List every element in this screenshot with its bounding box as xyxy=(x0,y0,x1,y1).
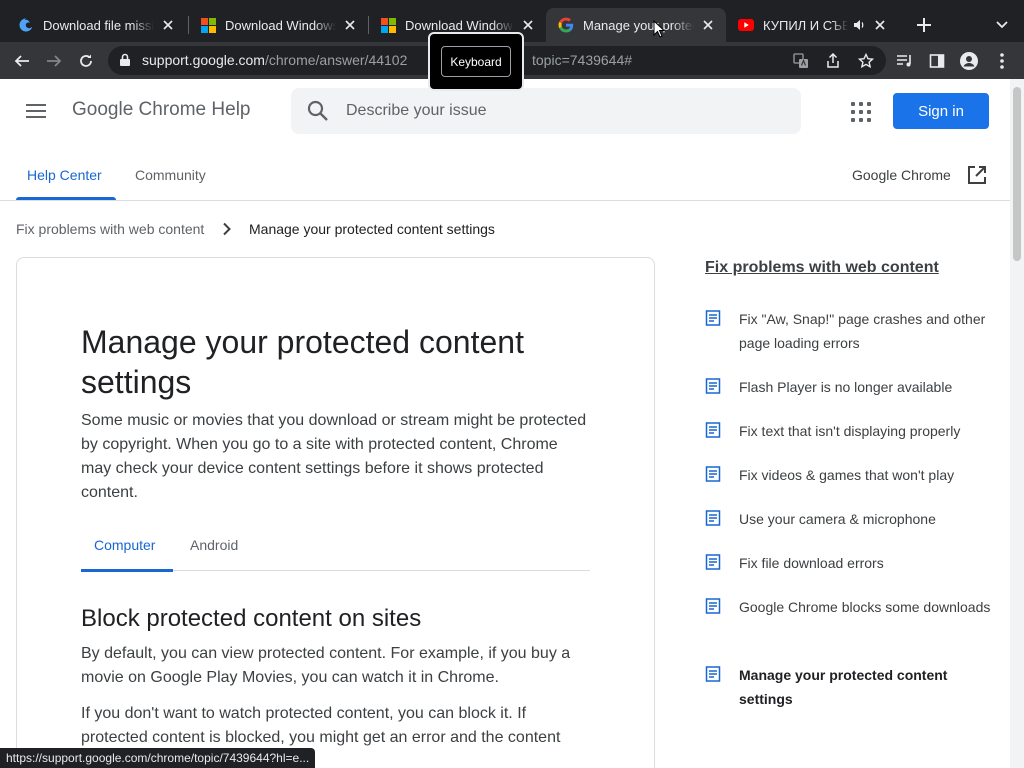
lock-icon[interactable] xyxy=(119,53,131,72)
back-arrow-icon[interactable] xyxy=(9,48,35,74)
tab-download-windows-1[interactable]: Download Windows xyxy=(188,8,368,42)
forward-arrow-icon[interactable] xyxy=(41,48,67,74)
breadcrumb-parent[interactable]: Fix problems with web content xyxy=(16,221,204,237)
url-host: support.google.com xyxy=(142,52,265,68)
youtube-icon xyxy=(738,17,754,33)
chevron-right-icon xyxy=(222,222,232,241)
document-icon xyxy=(705,422,721,443)
sidebar-item-label: Flash Player is no longer available xyxy=(739,379,953,395)
media-controls-icon[interactable] xyxy=(892,48,918,74)
keyboard-tooltip: Keyboard xyxy=(428,32,524,91)
google-chrome-link[interactable]: Google Chrome xyxy=(852,167,951,183)
tab-title: КУПИЛ И СЪЕЛ xyxy=(763,17,848,33)
search-box[interactable] xyxy=(291,88,801,134)
mouse-cursor-icon xyxy=(653,19,666,43)
tab-help-center[interactable]: Help Center xyxy=(27,167,102,183)
article-title: Manage your protected content settings xyxy=(81,324,524,400)
sign-in-button[interactable]: Sign in xyxy=(893,93,989,129)
active-content-tab-indicator xyxy=(81,569,173,572)
tab-title: Download Windows xyxy=(225,17,336,33)
tab-community[interactable]: Community xyxy=(135,167,206,183)
microsoft-icon xyxy=(200,17,216,33)
document-icon xyxy=(705,310,721,331)
microsoft-icon xyxy=(380,17,396,33)
sidebar-title[interactable]: Fix problems with web content xyxy=(705,259,939,277)
translate-icon[interactable] xyxy=(790,50,812,72)
header-divider xyxy=(0,200,1010,201)
close-icon[interactable] xyxy=(520,17,536,33)
tooltip-text: Keyboard xyxy=(441,46,511,77)
sidebar-item-label: Fix text that isn't displaying properly xyxy=(739,423,961,439)
close-icon[interactable] xyxy=(872,17,888,33)
document-icon xyxy=(705,510,721,531)
document-icon xyxy=(705,598,721,619)
open-in-new-icon[interactable] xyxy=(966,164,988,191)
reload-icon[interactable] xyxy=(73,48,99,74)
breadcrumb-current: Manage your protected content settings xyxy=(249,221,495,237)
section-paragraph-2: If you don't want to watch protected con… xyxy=(81,705,561,746)
menu-kebab-icon[interactable] xyxy=(989,48,1015,74)
close-icon[interactable] xyxy=(700,17,716,33)
bookmark-star-icon[interactable] xyxy=(855,50,877,72)
tab-manage-protected[interactable]: Manage your protected xyxy=(546,8,726,42)
page-scrollbar[interactable] xyxy=(1010,79,1024,768)
speaker-icon[interactable] xyxy=(852,18,866,32)
side-panel-icon[interactable] xyxy=(924,48,950,74)
document-icon xyxy=(705,666,721,687)
search-icon xyxy=(307,100,329,127)
new-tab-button[interactable] xyxy=(912,13,936,37)
profile-avatar-icon[interactable] xyxy=(956,48,982,74)
sidebar-item-label: Fix videos & games that won't play xyxy=(739,467,955,483)
article-intro: Some music or movies that you download o… xyxy=(81,412,587,501)
document-icon xyxy=(705,554,721,575)
hamburger-menu-icon[interactable] xyxy=(24,99,48,123)
document-icon xyxy=(705,378,721,399)
tab-search-chevron-icon[interactable] xyxy=(990,13,1014,37)
tab-title: Manage your protected xyxy=(583,17,694,33)
sidebar-item-label: Fix file download errors xyxy=(739,555,884,571)
help-page: Google Chrome Help Sign in Help Center C… xyxy=(0,79,1010,768)
sidebar-item-label: Fix "Aw, Snap!" page crashes and other p… xyxy=(739,311,986,351)
close-icon[interactable] xyxy=(160,17,176,33)
tab-android[interactable]: Android xyxy=(190,537,238,553)
url-text: support.google.com/chrome/answer/44102 t… xyxy=(142,52,632,68)
google-icon xyxy=(558,17,574,33)
document-icon xyxy=(705,466,721,487)
tab-title: Download Windows xyxy=(405,17,514,33)
scrollbar-thumb[interactable] xyxy=(1013,87,1021,261)
edge-swirl-icon xyxy=(18,17,34,33)
share-icon[interactable] xyxy=(822,50,844,72)
site-brand[interactable]: Google Chrome Help xyxy=(72,99,250,121)
sidebar-item-label: Manage your protected content settings xyxy=(739,667,948,707)
sidebar-item-label: Use your camera & microphone xyxy=(739,511,936,527)
tab-title: Download file missing xyxy=(43,17,154,33)
google-apps-icon[interactable] xyxy=(848,99,874,125)
tab-computer[interactable]: Computer xyxy=(94,537,155,553)
status-bar-url: https://support.google.com/chrome/topic/… xyxy=(0,748,316,768)
url-path: /chrome/answer/44102 xyxy=(264,52,408,68)
tab-youtube[interactable]: КУПИЛ И СЪЕЛ xyxy=(726,8,898,42)
section-paragraph-1: By default, you can view protected conte… xyxy=(81,645,571,686)
url-tail: topic=7439644# xyxy=(532,52,633,68)
close-icon[interactable] xyxy=(342,17,358,33)
tab-download-file[interactable]: Download file missing xyxy=(6,8,186,42)
sidebar-item-label: Google Chrome blocks some downloads xyxy=(739,599,991,615)
section-heading: Block protected content on sites xyxy=(81,605,422,632)
search-input[interactable] xyxy=(346,99,776,123)
